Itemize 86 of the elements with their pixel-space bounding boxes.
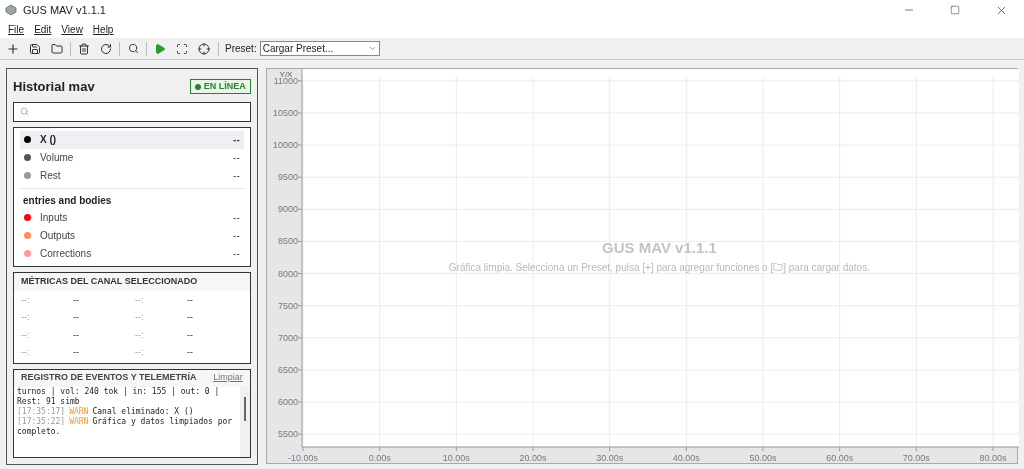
caret-icon bbox=[367, 44, 377, 53]
search-icon bbox=[127, 43, 139, 54]
channel-value: -- bbox=[233, 133, 240, 147]
y-tick-label: 9000 bbox=[277, 204, 298, 215]
axis-corner-label: Y/X bbox=[279, 70, 293, 79]
channel-item[interactable]: Corrections -- bbox=[20, 244, 244, 263]
metric-value: -- bbox=[187, 346, 194, 359]
metric-value: -- bbox=[73, 311, 80, 324]
metric-value: -- bbox=[187, 328, 194, 342]
floppy-icon bbox=[29, 42, 41, 55]
x-tick-label: 40.00s bbox=[672, 453, 700, 463]
channel-item[interactable]: Inputs -- bbox=[20, 208, 244, 227]
log-line: Rest: 91 simb bbox=[17, 396, 81, 407]
channel-value: -- bbox=[233, 247, 240, 261]
empty-chart-title: GUS MAV v1.1.1 bbox=[602, 238, 717, 258]
x-tick-label: 50.00s bbox=[749, 453, 777, 463]
x-tick-label: 10.00s bbox=[442, 453, 470, 463]
group-title: entries and bodies bbox=[22, 194, 113, 208]
metric-label: --: bbox=[21, 346, 31, 359]
metric-label: --: bbox=[135, 328, 145, 342]
preset-dropdown[interactable]: Cargar Preset... bbox=[259, 41, 380, 56]
y-tick-label: 10500 bbox=[272, 107, 298, 118]
maximize-icon bbox=[950, 5, 960, 15]
x-tick-label: 80.00s bbox=[979, 453, 1007, 463]
channel-item[interactable]: Rest -- bbox=[20, 166, 244, 185]
metric-label: --: bbox=[21, 311, 31, 324]
metric-label: --: bbox=[135, 346, 145, 359]
metric-label: --: bbox=[135, 311, 145, 324]
x-tick-label: 30.00s bbox=[595, 453, 623, 463]
search-icon bbox=[20, 107, 29, 116]
y-tick-label: 10000 bbox=[272, 140, 298, 151]
log-entry: [17:35:17] WARN Canal eliminado: X () bbox=[17, 406, 195, 417]
plus-icon bbox=[6, 41, 20, 56]
channel-item[interactable]: Volume -- bbox=[20, 148, 244, 167]
metric-label: --: bbox=[135, 293, 145, 307]
channel-item[interactable]: Outputs -- bbox=[20, 226, 244, 245]
metric-label: --: bbox=[21, 293, 31, 307]
status-badge: EN LÍNEA bbox=[189, 79, 251, 95]
window-title: GUS MAV v1.1.1 bbox=[23, 2, 106, 18]
menu-item[interactable]: Edit bbox=[30, 21, 56, 37]
y-tick-label: 7500 bbox=[277, 300, 298, 311]
menu-item[interactable]: View bbox=[57, 21, 87, 37]
channel-item[interactable]: X () -- bbox=[20, 130, 244, 149]
empty-chart-message-end: ] para cargar datos. bbox=[783, 260, 870, 275]
y-tick-label: 5500 bbox=[277, 429, 298, 440]
metric-value: -- bbox=[73, 346, 80, 359]
y-tick-label: 8000 bbox=[277, 268, 298, 279]
y-tick-label: 6500 bbox=[277, 364, 298, 375]
menu-item[interactable]: Help bbox=[88, 21, 118, 37]
metric-value: -- bbox=[187, 293, 194, 307]
scrollbar[interactable] bbox=[239, 386, 250, 457]
panel-title: Historial mav bbox=[13, 78, 95, 96]
channel-value: -- bbox=[233, 151, 240, 165]
y-tick-label: 7000 bbox=[277, 332, 298, 343]
x-tick-label: 60.00s bbox=[825, 453, 853, 463]
refresh-icon bbox=[100, 42, 112, 55]
y-tick-label: 8500 bbox=[277, 236, 298, 247]
x-tick-label: -10.00s bbox=[287, 453, 318, 463]
menu-item[interactable]: File bbox=[4, 21, 29, 37]
log-entry: [17:35:22] WARN Gráfica y datos limpiados por completo. bbox=[17, 416, 234, 437]
folder-icon bbox=[773, 262, 784, 272]
x-tick-label: 0.00s bbox=[368, 453, 391, 463]
metric-value: -- bbox=[73, 293, 80, 307]
channel-value: -- bbox=[233, 229, 240, 243]
log-title: REGISTRO DE EVENTOS Y TELEMETRÍA bbox=[21, 371, 197, 385]
play-icon bbox=[154, 42, 166, 55]
channel-value: -- bbox=[233, 211, 240, 225]
metrics-title: MÉTRICAS DEL CANAL SELECCIONADO bbox=[14, 272, 250, 291]
x-tick-label: 70.00s bbox=[902, 453, 930, 463]
crosshair-icon bbox=[198, 42, 210, 55]
y-tick-label: 9500 bbox=[277, 172, 298, 183]
log-line: turnos | vol: 240 tok | in: 155 | out: 0 | bbox=[17, 386, 221, 397]
trash-icon bbox=[78, 42, 90, 55]
search-field[interactable] bbox=[13, 101, 251, 122]
metric-value: -- bbox=[187, 311, 194, 324]
y-tick-label: 6000 bbox=[277, 397, 298, 408]
folder-icon bbox=[51, 42, 63, 55]
metric-value: -- bbox=[73, 328, 80, 342]
clear-link[interactable]: Limpiar bbox=[213, 371, 243, 385]
preset-label: Preset: bbox=[225, 42, 257, 56]
channel-value: -- bbox=[233, 169, 240, 183]
metric-label: --: bbox=[21, 328, 31, 342]
empty-chart-message: Gráfica limpia. Selecciona un Preset, pulsa [+] para agregar funciones o [ bbox=[448, 260, 774, 275]
app-logo-icon bbox=[5, 4, 17, 16]
corners-icon bbox=[176, 42, 188, 55]
x-tick-label: 20.00s bbox=[519, 453, 547, 463]
